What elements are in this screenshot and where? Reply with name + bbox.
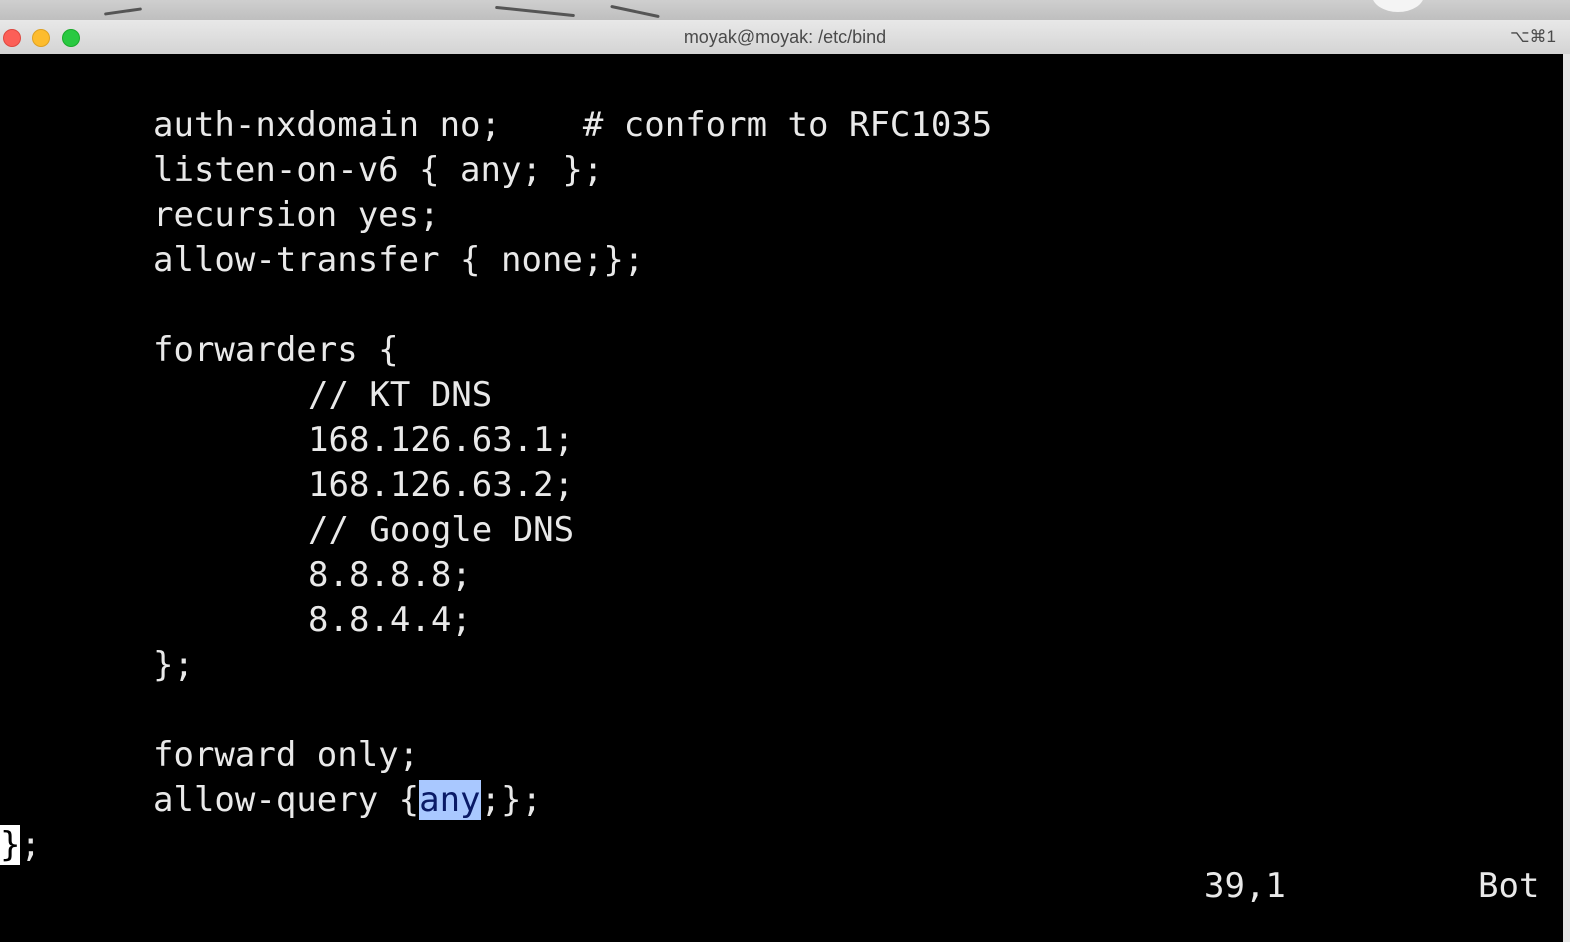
desktop-background xyxy=(0,0,1570,22)
window-titlebar[interactable]: moyak@moyak: /etc/bind ⌥⌘1 xyxy=(0,20,1570,55)
text-cursor: } xyxy=(0,825,21,865)
editor-line[interactable] xyxy=(0,688,992,733)
editor-line[interactable]: listen-on-v6 { any; }; xyxy=(0,148,992,193)
terminal-content[interactable]: auth-nxdomain no; # conform to RFC1035 l… xyxy=(0,54,1563,942)
editor-text: ; xyxy=(20,825,41,865)
desktop-decoration xyxy=(103,7,143,16)
editor-buffer[interactable]: auth-nxdomain no; # conform to RFC1035 l… xyxy=(0,103,992,868)
editor-line[interactable]: forward only; xyxy=(0,733,992,778)
editor-text: allow-query { xyxy=(153,780,420,820)
desktop-decoration xyxy=(1372,0,1424,12)
screen: moyak@moyak: /etc/bind ⌥⌘1 auth-nxdomain… xyxy=(0,0,1570,942)
desktop-decoration xyxy=(495,5,575,18)
desktop-decoration xyxy=(610,4,660,19)
editor-text: ;}; xyxy=(480,780,542,820)
editor-line[interactable]: 168.126.63.1; xyxy=(0,418,992,463)
cursor-position: 39,1 xyxy=(1204,866,1286,906)
scroll-position: Bot xyxy=(1478,866,1540,906)
editor-line[interactable]: 8.8.4.4; xyxy=(0,598,992,643)
tab-shortcut-label: ⌥⌘1 xyxy=(1509,27,1556,46)
editor-line[interactable]: }; xyxy=(0,823,992,868)
editor-line[interactable]: recursion yes; xyxy=(0,193,992,238)
highlighted-match: any xyxy=(419,780,481,820)
editor-line[interactable]: // Google DNS xyxy=(0,508,992,553)
editor-line[interactable]: 168.126.63.2; xyxy=(0,463,992,508)
editor-line[interactable]: auth-nxdomain no; # conform to RFC1035 xyxy=(0,103,992,148)
editor-line[interactable] xyxy=(0,283,992,328)
editor-line[interactable]: allow-transfer { none;}; xyxy=(0,238,992,283)
editor-line[interactable]: }; xyxy=(0,643,992,688)
editor-line[interactable]: 8.8.8.8; xyxy=(0,553,992,598)
editor-line[interactable]: // KT DNS xyxy=(0,373,992,418)
window-title: moyak@moyak: /etc/bind xyxy=(683,27,887,47)
window-edge xyxy=(1563,54,1570,942)
editor-line[interactable]: forwarders { xyxy=(0,328,992,373)
editor-line[interactable]: allow-query {any;}; xyxy=(0,778,992,823)
